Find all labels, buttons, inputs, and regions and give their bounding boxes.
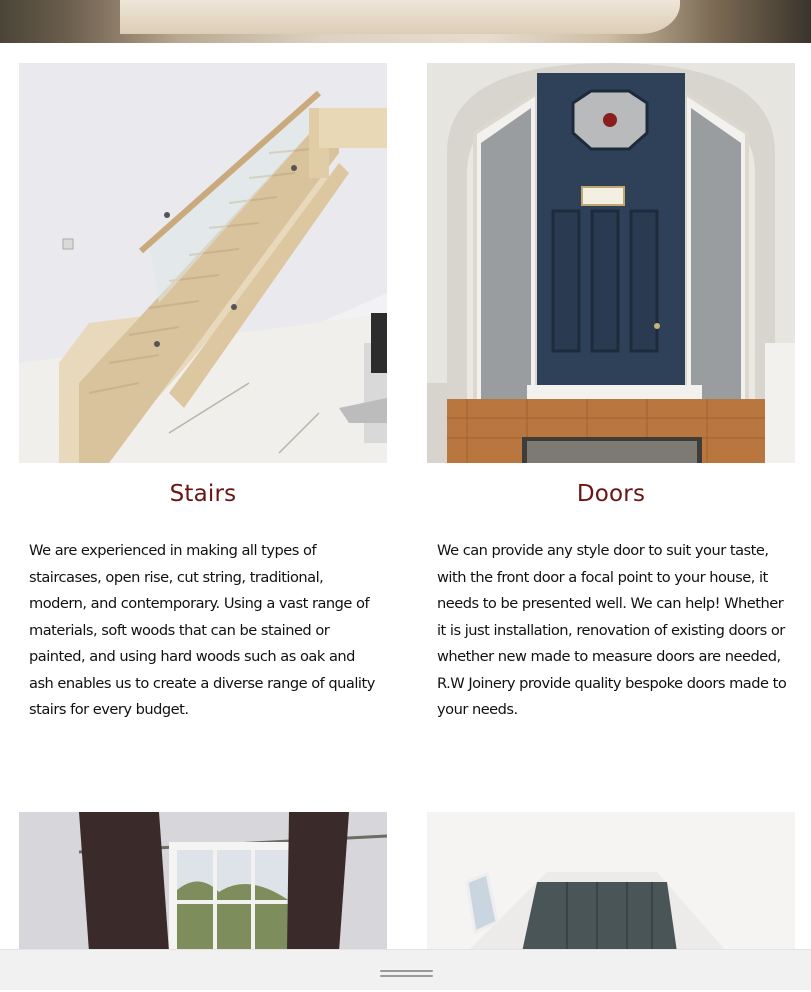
stairs-heading: Stairs <box>169 481 237 507</box>
drag-handle-icon[interactable] <box>380 970 433 978</box>
doors-description: We can provide any style door to suit yo… <box>437 542 787 718</box>
windows-photo <box>19 812 387 952</box>
service-card-stairs: Stairs We are experienced in making all … <box>19 63 387 718</box>
stairs-photo <box>19 63 387 463</box>
doors-photo <box>427 63 795 463</box>
stairs-description: We are experienced in making all types o… <box>29 542 375 718</box>
wardrobe-photo <box>427 812 795 952</box>
hero-banner-image <box>0 0 811 43</box>
bottom-drawer-bar[interactable] <box>0 949 811 990</box>
hero-wood-plank <box>120 0 680 34</box>
doors-heading: Doors <box>576 481 646 507</box>
service-card-doors: Doors We can provide any style door to s… <box>427 63 795 718</box>
